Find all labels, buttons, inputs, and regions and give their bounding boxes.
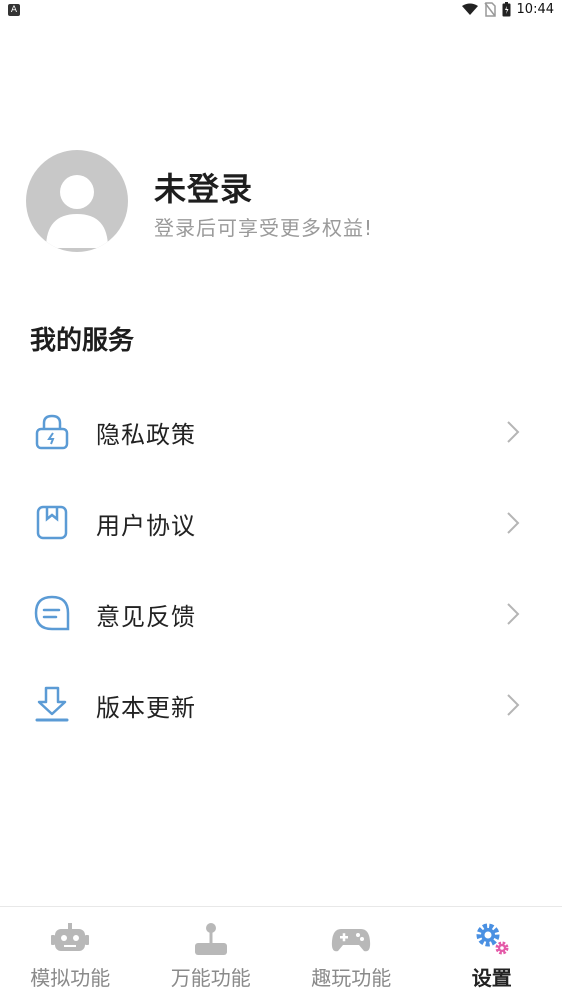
menu-item-feedback[interactable]: 意见反馈 — [0, 567, 562, 658]
menu-item-version-update[interactable]: 版本更新 — [0, 658, 562, 749]
menu-item-privacy-policy[interactable]: 隐私政策 — [0, 385, 562, 476]
chevron-right-icon — [504, 692, 522, 718]
status-bar: A 10:44 — [0, 0, 562, 22]
chevron-right-icon — [504, 419, 522, 445]
avatar[interactable] — [26, 150, 128, 252]
bookmark-icon — [32, 502, 72, 542]
gamepad-icon — [331, 921, 371, 957]
no-sim-icon — [484, 2, 496, 17]
tab-settings[interactable]: 设置 — [422, 907, 562, 1001]
gear-icon — [472, 921, 512, 957]
login-status[interactable]: 未登录 — [154, 164, 253, 210]
app-notification-icon: A — [8, 4, 20, 16]
wifi-icon — [462, 3, 478, 16]
section-title: 我的服务 — [30, 320, 134, 357]
menu-item-label: 用户协议 — [96, 506, 196, 541]
tab-label: 趣玩功能 — [281, 962, 422, 991]
menu-item-user-agreement[interactable]: 用户协议 — [0, 476, 562, 567]
tab-label: 模拟功能 — [0, 962, 141, 991]
menu-item-label: 意见反馈 — [96, 597, 196, 632]
chevron-right-icon — [504, 601, 522, 627]
download-icon — [32, 684, 72, 724]
default-avatar-icon — [26, 150, 128, 252]
menu-item-label: 隐私政策 — [96, 415, 196, 450]
tab-label: 万能功能 — [141, 962, 282, 991]
service-list: 隐私政策 用户协议 意见反馈 版本更新 — [0, 385, 562, 749]
robot-icon — [50, 921, 90, 957]
battery-icon — [502, 2, 511, 17]
chat-bubble-icon — [32, 593, 72, 633]
tab-simulation[interactable]: 模拟功能 — [0, 907, 141, 1001]
status-time: 10:44 — [517, 2, 554, 17]
profile-header[interactable]: 未登录 登录后可享受更多权益! — [26, 150, 536, 250]
joystick-icon — [191, 921, 231, 957]
menu-item-label: 版本更新 — [96, 688, 196, 723]
tab-fun[interactable]: 趣玩功能 — [281, 907, 422, 1001]
tab-universal[interactable]: 万能功能 — [141, 907, 282, 1001]
lock-icon — [32, 411, 72, 451]
login-hint: 登录后可享受更多权益! — [154, 212, 373, 241]
bottom-tab-bar: 模拟功能 万能功能 趣玩功能 设置 — [0, 906, 562, 1001]
chevron-right-icon — [504, 510, 522, 536]
status-icons: 10:44 — [462, 2, 554, 17]
tab-label: 设置 — [422, 962, 562, 991]
